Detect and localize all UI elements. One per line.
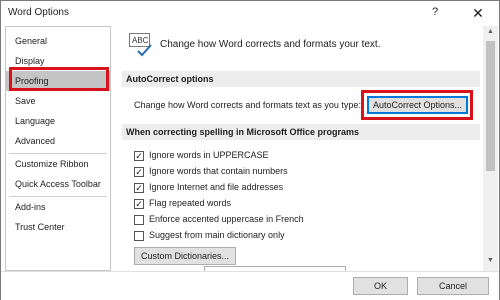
sidebar-nav: General Display Proofing Save Language A… [5, 26, 111, 271]
page-header-text: Change how Word corrects and formats you… [160, 39, 381, 50]
option-label: Ignore words in UPPERCASE [149, 150, 269, 160]
sidebar-item-trust-center[interactable]: Trust Center [6, 217, 110, 237]
proofing-content: ABC Change how Word corrects and formats… [111, 26, 483, 271]
option-label: Enforce accented uppercase in French [149, 214, 304, 224]
sidebar-item-save[interactable]: Save [6, 91, 110, 111]
dialog-footer: OK Cancel [1, 271, 499, 300]
dialog-title: Word Options [8, 7, 69, 18]
close-button[interactable]: ✕ [469, 4, 487, 22]
checkbox[interactable] [134, 215, 144, 225]
help-button[interactable]: ? [429, 6, 441, 20]
sidebar-item-add-ins[interactable]: Add-ins [6, 197, 110, 217]
scroll-down-arrow-icon[interactable]: ▼ [483, 257, 498, 269]
custom-dictionaries-button[interactable]: Custom Dictionaries... [134, 247, 236, 265]
autocorrect-section-header: AutoCorrect options [122, 71, 480, 87]
checkbox[interactable]: ✓ [134, 167, 144, 177]
word-options-dialog: Word Options ? ✕ General Display Proofin… [0, 0, 500, 300]
proofing-highlight-box [9, 67, 109, 91]
option-label: Flag repeated words [149, 198, 232, 208]
sidebar-item-advanced[interactable]: Advanced [6, 131, 110, 151]
cancel-button[interactable]: Cancel [417, 277, 489, 295]
checkbox[interactable]: ✓ [134, 199, 144, 209]
sidebar-item-customize-ribbon[interactable]: Customize Ribbon [6, 154, 110, 174]
sidebar-item-quick-access-toolbar[interactable]: Quick Access Toolbar [6, 174, 110, 194]
checkbox[interactable]: ✓ [134, 183, 144, 193]
option-label: Ignore Internet and file addresses [149, 182, 284, 192]
autocorrect-highlight-box [361, 90, 473, 120]
scroll-up-arrow-icon[interactable]: ▲ [483, 28, 498, 40]
option-label: Ignore words that contain numbers [149, 166, 288, 176]
spelling-section-header: When correcting spelling in Microsoft Of… [122, 124, 480, 140]
checkbox[interactable] [134, 231, 144, 241]
vertical-scrollbar[interactable]: ▲ ▼ [483, 26, 498, 271]
svg-text:ABC: ABC [132, 36, 149, 45]
sidebar-item-language[interactable]: Language [6, 111, 110, 131]
abc-check-icon: ABC [129, 33, 152, 57]
ok-button[interactable]: OK [353, 277, 408, 295]
checkbox[interactable]: ✓ [134, 151, 144, 161]
sidebar-item-general[interactable]: General [6, 31, 110, 51]
title-bar: Word Options ? ✕ [1, 1, 499, 26]
option-label: Suggest from main dictionary only [149, 230, 285, 240]
autocorrect-description: Change how Word corrects and formats tex… [134, 100, 361, 110]
scroll-thumb[interactable] [486, 41, 495, 171]
